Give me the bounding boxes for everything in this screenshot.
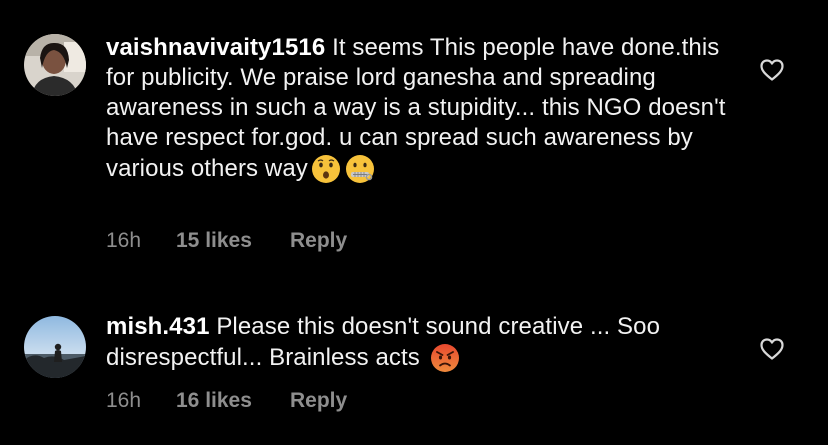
comment-body: mish.431 Please this doesn't sound creat…	[106, 312, 726, 374]
comment-username[interactable]: mish.431	[106, 313, 210, 340]
likes-count[interactable]: 15 likes	[176, 229, 252, 253]
avatar[interactable]	[24, 316, 86, 378]
hushed-face-emoji	[310, 153, 342, 185]
heart-outline-icon	[760, 59, 784, 81]
comment-timestamp: 16h	[106, 389, 142, 412]
reply-button[interactable]: Reply	[290, 229, 347, 253]
comment-timestamp: 16h	[106, 229, 142, 252]
comment-username[interactable]: vaishnavivaity1516	[106, 34, 325, 61]
heart-outline-icon	[760, 338, 784, 360]
like-button[interactable]	[759, 336, 785, 362]
likes-count[interactable]: 16 likes	[176, 389, 252, 413]
zipper-mouth-face-emoji	[344, 153, 376, 185]
avatar[interactable]	[24, 34, 86, 96]
reply-button[interactable]: Reply	[290, 389, 347, 413]
like-button[interactable]	[759, 57, 785, 83]
angry-face-emoji	[429, 342, 461, 374]
comment-body: vaishnavivaity1516 It seems This people …	[106, 33, 726, 185]
